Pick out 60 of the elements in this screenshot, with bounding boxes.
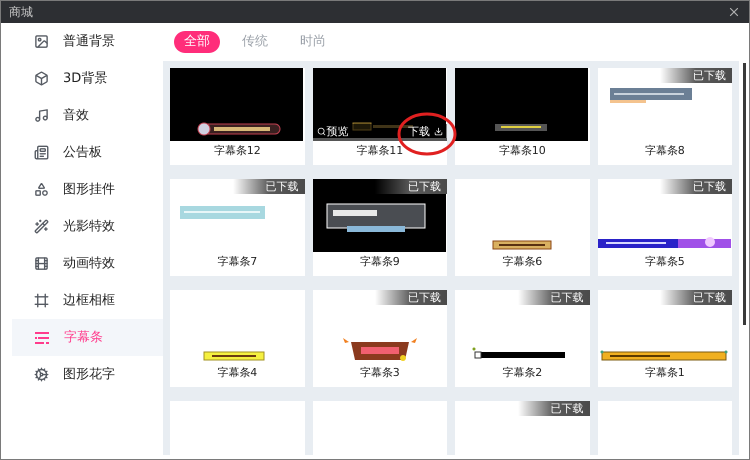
card-label: 字幕条9 — [358, 254, 401, 270]
sidebar-item[interactable]: 边框相框 — [12, 282, 163, 319]
lines-icon — [34, 330, 50, 344]
cube-icon — [34, 71, 49, 86]
downloaded-badge: 已下载 — [518, 290, 590, 305]
card-label: 字幕条7 — [216, 254, 258, 270]
card-label: 字幕条11 — [355, 143, 404, 159]
sidebar-item[interactable]: 公告板 — [12, 134, 163, 171]
card[interactable]: 已下载 字幕条5 — [598, 179, 732, 276]
gear-icon — [34, 367, 49, 382]
card-label: 字幕条3 — [358, 365, 401, 381]
sidebar-item[interactable]: 音效 — [12, 97, 163, 134]
tab[interactable]: 全部 — [174, 31, 220, 53]
card[interactable]: 字幕条12 — [170, 68, 304, 165]
card[interactable]: 字幕条6 — [455, 179, 590, 276]
film-reel-icon — [34, 256, 49, 271]
downloaded-badge: 已下载 — [232, 179, 304, 194]
card-label: 字幕条1 — [644, 365, 686, 381]
scrollbar-thumb[interactable] — [742, 63, 746, 325]
card-label: 字幕条4 — [216, 365, 258, 381]
card[interactable]: 已下载 字幕条3 — [312, 290, 447, 387]
card[interactable]: 已下载 字幕条1 — [598, 290, 732, 387]
downloaded-badge: 已下载 — [660, 68, 732, 83]
card-label: 字幕条12 — [212, 143, 262, 159]
magic-wand-icon — [34, 219, 49, 234]
frame-icon — [34, 293, 49, 308]
card[interactable]: 字幕条4 — [170, 290, 304, 387]
downloaded-badge: 已下载 — [660, 290, 732, 305]
downloaded-badge: 已下载 — [660, 179, 732, 194]
window-title: 商城 — [9, 4, 33, 21]
card[interactable]: 已下载 — [455, 401, 590, 455]
card[interactable]: 预览 下载 字幕条11 — [312, 68, 447, 165]
downloaded-badge: 已下载 — [375, 179, 447, 194]
card[interactable]: 已下载 字幕条2 — [455, 290, 590, 387]
sidebar-item[interactable]: 普通背景 — [12, 23, 163, 60]
preview-button[interactable]: 预览 — [316, 126, 348, 136]
sidebar-item[interactable]: 动画特效 — [12, 245, 163, 282]
search-icon — [316, 126, 326, 136]
close-button[interactable] — [727, 5, 741, 19]
sidebar-item[interactable]: 光影特效 — [12, 208, 163, 245]
music-note-icon — [34, 108, 49, 123]
card-label: 字幕条10 — [498, 143, 547, 159]
card-label: 字幕条5 — [644, 254, 686, 270]
sidebar-item[interactable]: 图形花字 — [12, 356, 163, 393]
downloaded-badge: 已下载 — [518, 401, 590, 416]
card-label: 字幕条6 — [501, 254, 544, 270]
sidebar-item[interactable]: 图形挂件 — [12, 171, 163, 208]
sidebar-item[interactable]: 3D背景 — [12, 60, 163, 97]
image-icon — [34, 34, 49, 49]
downloaded-badge: 已下载 — [375, 290, 447, 305]
card-label: 字幕条2 — [501, 365, 544, 381]
card[interactable]: 字幕条10 — [455, 68, 590, 165]
card[interactable]: 已下载 字幕条8 — [598, 68, 732, 165]
card[interactable]: 已下载 字幕条9 — [312, 179, 447, 276]
card-label: 字幕条8 — [644, 143, 686, 159]
shapes-icon — [34, 182, 49, 197]
download-icon — [434, 126, 443, 136]
card[interactable]: 已下载 字幕条7 — [170, 179, 304, 276]
download-button[interactable]: 下载 — [408, 126, 443, 136]
board-icon — [34, 145, 49, 160]
